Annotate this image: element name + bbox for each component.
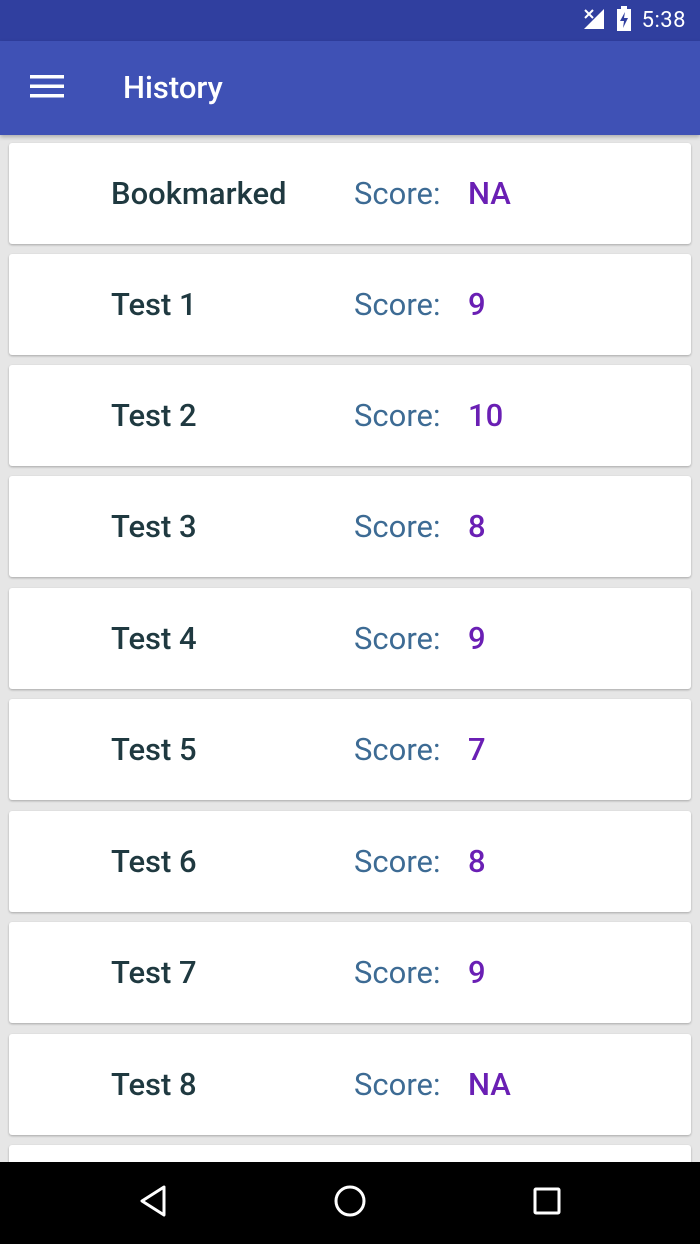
history-item-test-2[interactable]: Test 2 Score: 10: [9, 365, 691, 466]
app-bar: History: [0, 41, 700, 135]
score-value: NA: [468, 1066, 511, 1103]
menu-button[interactable]: [22, 65, 72, 111]
history-item-name: Test 6: [111, 843, 197, 880]
score-value: 8: [468, 508, 486, 545]
signal-off-icon: [582, 7, 606, 35]
history-item-name: Test 3: [111, 508, 197, 545]
history-item-name: Test 5: [111, 731, 197, 768]
history-item-name: Test 8: [111, 1066, 197, 1103]
history-item-test-1[interactable]: Test 1 Score: 9: [9, 254, 691, 355]
home-button[interactable]: [326, 1179, 374, 1227]
page-title: History: [123, 69, 223, 106]
history-item-name: Test 4: [111, 620, 197, 657]
history-item-partial[interactable]: [9, 1145, 691, 1162]
history-item-name: Test 7: [111, 954, 197, 991]
score-value: 9: [468, 954, 486, 991]
back-icon: [138, 1184, 168, 1222]
battery-charging-icon: [616, 5, 632, 36]
history-item-name: Test 1: [111, 286, 197, 323]
history-item-name: Test 2: [111, 397, 197, 434]
history-list[interactable]: Bookmarked Score: NA Test 1 Score: 9 Tes…: [0, 135, 700, 1162]
home-icon: [333, 1184, 367, 1222]
score-label: Score:: [354, 175, 441, 212]
history-item-name: Bookmarked: [111, 175, 287, 212]
history-item-test-8[interactable]: Test 8 Score: NA: [9, 1034, 691, 1135]
score-label: Score:: [354, 397, 441, 434]
navigation-bar: [0, 1162, 700, 1244]
score-label: Score:: [354, 620, 441, 657]
score-label: Score:: [354, 731, 441, 768]
status-icons: 5:38: [582, 0, 686, 41]
history-item-test-4[interactable]: Test 4 Score: 9: [9, 588, 691, 689]
score-label: Score:: [354, 954, 441, 991]
history-item-test-6[interactable]: Test 6 Score: 8: [9, 811, 691, 912]
recents-icon: [532, 1186, 562, 1220]
score-label: Score:: [354, 508, 441, 545]
status-bar: 5:38: [0, 0, 700, 41]
score-value: 7: [468, 731, 486, 768]
recents-button[interactable]: [523, 1179, 571, 1227]
score-value: 9: [468, 620, 486, 657]
back-button[interactable]: [129, 1179, 177, 1227]
score-value: 10: [468, 397, 504, 434]
history-item-test-7[interactable]: Test 7 Score: 9: [9, 922, 691, 1023]
history-item-test-3[interactable]: Test 3 Score: 8: [9, 476, 691, 577]
score-value: NA: [468, 175, 511, 212]
status-time: 5:38: [641, 8, 686, 33]
score-label: Score:: [354, 286, 441, 323]
score-label: Score:: [354, 1066, 441, 1103]
hamburger-menu-icon: [30, 74, 64, 102]
score-value: 8: [468, 843, 486, 880]
history-item-bookmarked[interactable]: Bookmarked Score: NA: [9, 143, 691, 244]
score-label: Score:: [354, 843, 441, 880]
history-item-test-5[interactable]: Test 5 Score: 7: [9, 699, 691, 800]
score-value: 9: [468, 286, 486, 323]
